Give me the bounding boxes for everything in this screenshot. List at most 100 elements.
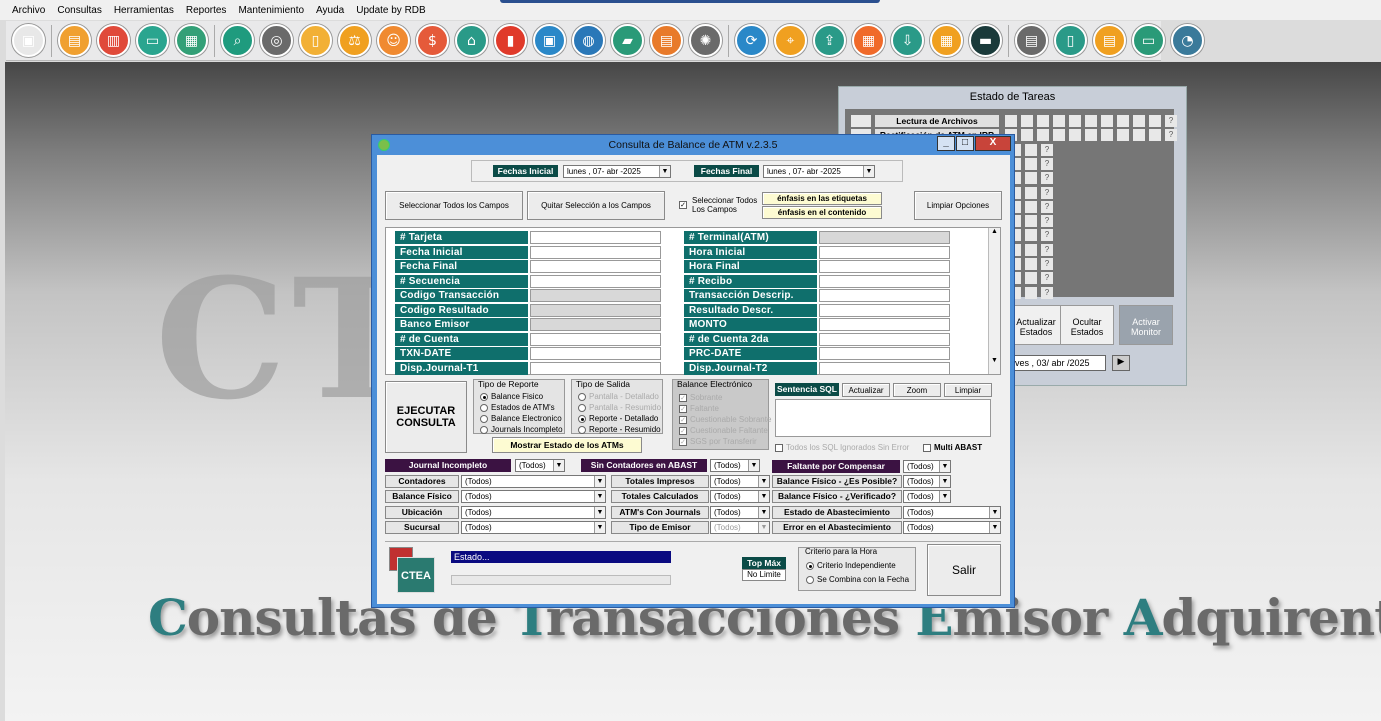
filter-combo[interactable]: (Todos) ▼ [461,490,606,504]
estado-help-button[interactable]: ? [1041,229,1053,242]
maximize-button[interactable]: □ [956,136,974,151]
radio-option[interactable]: Balance Electronico [480,413,563,424]
sin-contadores-combo[interactable]: (Todos) ▼ [710,459,760,472]
field-input[interactable] [819,347,950,360]
estado-help-button[interactable]: ? [1165,115,1177,127]
estado-help-button[interactable]: ? [1041,157,1053,170]
window-icon[interactable]: ▣ [533,24,566,57]
printer-icon[interactable]: ▦ [175,24,208,57]
estado-help-button[interactable]: ? [1041,286,1053,299]
sql-textarea[interactable] [775,399,991,437]
journal-incompleto-combo[interactable]: (Todos) ▼ [515,459,565,472]
field-input[interactable] [819,318,950,331]
menu-item[interactable]: Herramientas [114,5,174,16]
radio-option[interactable]: Reporte - Resumido [578,424,661,435]
chart-icon[interactable]: ▤ [58,24,91,57]
field-input[interactable] [530,289,661,302]
scale-icon[interactable]: ⚖ [338,24,371,57]
criterio-independiente-radio[interactable]: Criterio Independiente [806,560,909,571]
field-input[interactable] [530,303,661,317]
estado-help-button[interactable]: ? [1041,215,1053,228]
field-input[interactable] [819,245,950,259]
download-icon[interactable]: ⇩ [891,24,924,57]
criterio-combina-radio[interactable]: Se Combina con la Fecha [806,574,909,585]
menu-item[interactable]: Mantenimiento [238,5,304,16]
filter-combo[interactable]: (Todos) ▼ [903,475,951,488]
card-icon[interactable]: ▬ [969,24,1002,57]
top-max-value[interactable]: No Limite [742,569,786,581]
document-icon[interactable]: ▯ [299,24,332,57]
estado-help-button[interactable]: ? [1041,172,1053,185]
estado-go-button[interactable]: ▶ [1112,355,1130,371]
filter-combo[interactable]: (Todos) ▼ [710,490,770,504]
field-input[interactable] [819,274,950,288]
estado-check[interactable] [851,115,871,127]
field-input[interactable] [819,303,950,317]
menu-item[interactable]: Consultas [57,5,101,16]
filter-combo[interactable]: (Todos) ▼ [903,505,1001,519]
mostrar-estado-atms-button[interactable]: Mostrar Estado de los ATMs [492,437,642,453]
actualizar-estados-button[interactable]: Actualizar Estados [1009,305,1063,345]
quit-selection-button[interactable]: Quitar Selección a los Campos [527,191,665,220]
estado-help-button[interactable]: ? [1165,129,1177,142]
fecha-final-combo[interactable]: lunes , 07- abr -2025 ▼ [763,165,875,178]
salir-button[interactable]: Salir [927,544,1001,596]
select-all-button[interactable]: Seleccionar Todos los Campos [385,191,523,220]
field-input[interactable] [530,318,661,331]
limpiar-sql-button[interactable]: Limpiar [944,383,992,397]
globe-icon[interactable]: ◍ [572,24,605,57]
zoom-button[interactable]: Zoom [893,383,941,397]
menu-item[interactable]: Ayuda [316,5,344,16]
filter-combo[interactable]: (Todos) ▼ [710,475,770,488]
close-button[interactable]: X [975,136,1011,151]
estado-help-button[interactable]: ? [1041,143,1053,156]
location-icon[interactable]: ⌖ [774,24,807,57]
menu-item[interactable]: Archivo [12,5,45,16]
estado-help-button[interactable]: ? [1041,243,1053,256]
limpiar-opciones-button[interactable]: Limpiar Opciones [914,191,1002,220]
minimize-button[interactable]: _ [937,136,955,151]
spreadsheet-icon[interactable]: ▤ [1015,24,1048,57]
field-input[interactable] [530,260,661,273]
estado-help-button[interactable]: ? [1041,272,1053,285]
ejecutar-consulta-button[interactable]: EJECUTAR CONSULTA [385,381,467,453]
menu-item[interactable]: Reportes [186,5,227,16]
enfasis-contenido-button[interactable]: énfasis en el contenido [762,206,882,219]
menu-item[interactable]: Update by RDB [356,5,425,16]
filter-combo[interactable]: (Todos) ▼ [461,520,606,534]
estado-help-button[interactable]: ? [1041,200,1053,213]
field-input[interactable] [819,361,950,375]
app-icon[interactable]: ▣ [12,24,45,57]
settings-icon[interactable]: ◎ [260,24,293,57]
monitor-icon[interactable]: ▭ [136,24,169,57]
activar-monitor-button[interactable]: Activar Monitor [1119,305,1173,345]
refresh-icon[interactable]: ◔ [1171,24,1204,57]
fields-scrollbar[interactable]: ▲ ▼ [988,228,1000,374]
filter-combo[interactable]: (Todos) ▼ [903,520,1001,534]
phone-icon[interactable]: ▯ [1054,24,1087,57]
field-input[interactable] [530,274,661,288]
field-input[interactable] [819,289,950,302]
estado-help-button[interactable]: ? [1041,186,1053,199]
disk-icon[interactable]: ▥ [97,24,130,57]
enfasis-etiquetas-button[interactable]: énfasis en las etiquetas [762,192,882,205]
field-input[interactable] [819,332,950,346]
folder-icon[interactable]: ▰ [611,24,644,57]
radio-option[interactable]: Balance Fisico [480,391,563,402]
user-icon[interactable]: ☺ [377,24,410,57]
terminal-icon[interactable]: ▤ [650,24,683,57]
sync-icon[interactable]: ⟳ [735,24,768,57]
estado-fecha-combo[interactable]: ves , 03/ abr /2025 [1010,355,1106,371]
filter-combo[interactable]: (Todos) ▼ [461,475,606,488]
filter-combo[interactable]: (Todos) ▼ [903,490,951,504]
filter-combo[interactable]: (Todos) ▼ [461,505,606,519]
radio-option[interactable]: Reporte - Detallado [578,413,661,424]
field-input[interactable] [530,361,661,375]
magnifier-icon[interactable]: ⌕ [221,24,254,57]
faltante-compensar-combo[interactable]: (Todos) ▼ [903,460,951,473]
calculator-icon[interactable]: ▦ [930,24,963,57]
field-input[interactable] [530,245,661,259]
ocultar-estados-button[interactable]: Ocultar Estados [1060,305,1114,345]
upload-icon[interactable]: ⇪ [813,24,846,57]
multi-abast-checkbox[interactable]: Multi ABAST [923,442,982,453]
